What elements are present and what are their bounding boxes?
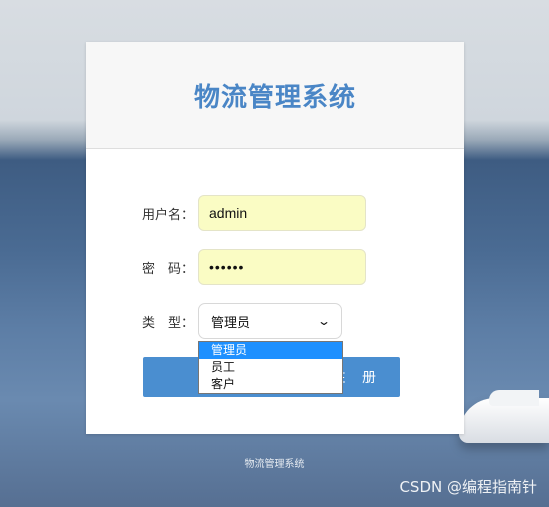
page-title: 物流管理系统 (193, 82, 356, 113)
type-option-admin[interactable]: 管理员 (199, 342, 342, 359)
password-input[interactable]: •••••• (198, 249, 366, 285)
background-yacht (459, 390, 549, 443)
card-header: 物流管理系统 (86, 42, 464, 149)
type-select-value: 管理员 (211, 315, 251, 331)
type-select[interactable]: 管理员 ⌄ (198, 303, 342, 339)
type-option-customer[interactable]: 客户 (199, 376, 342, 393)
username-input[interactable]: admin (198, 195, 366, 231)
password-label: 密 码： (142, 261, 195, 277)
chevron-down-icon: ⌄ (316, 314, 332, 328)
type-option-staff[interactable]: 员工 (199, 359, 342, 376)
watermark: CSDN @编程指南针 (399, 478, 537, 496)
type-label: 类 型： (142, 315, 195, 331)
username-label: 用户名： (142, 207, 195, 223)
footer-text: 物流管理系统 (244, 459, 305, 470)
password-row: 密 码： •••••• (142, 249, 366, 285)
username-row: 用户名： admin (142, 195, 366, 231)
type-dropdown-list: 管理员 员工 客户 (198, 341, 343, 394)
type-row: 类 型： 管理员 ⌄ (142, 303, 342, 339)
